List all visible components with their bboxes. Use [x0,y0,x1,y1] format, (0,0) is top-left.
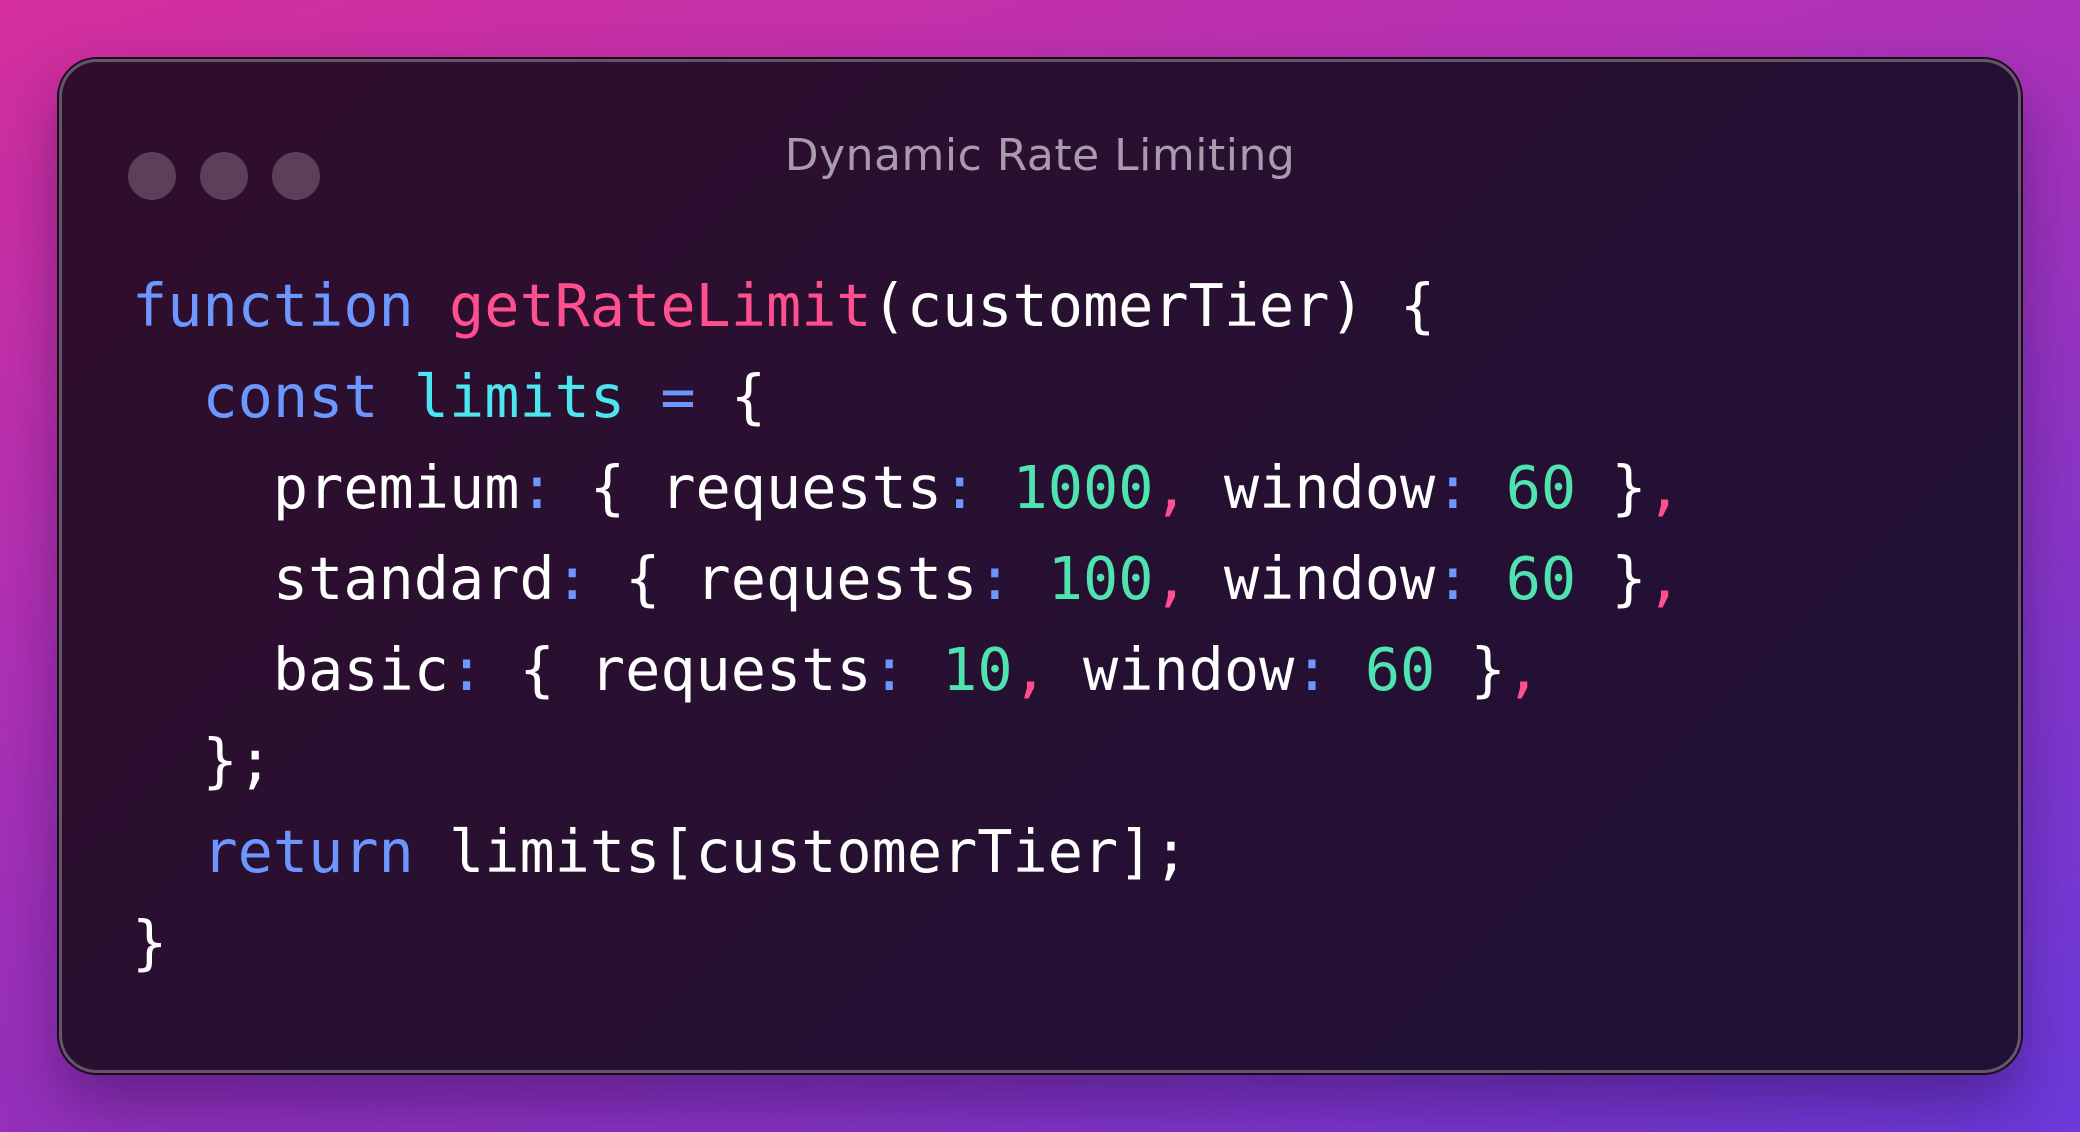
code-token-keyword: return [202,818,414,886]
code-token-variable: limits [413,363,626,431]
code-token-punctuation: : [519,454,555,522]
code-token-punctuation: : [1435,454,1471,522]
code-line: function getRateLimit(customerTier) { [132,261,1682,352]
code-token-comma: , [1012,636,1048,704]
code-token-text: window [1047,636,1295,704]
code-line: standard: { requests: 100, window: 60 }, [132,534,1682,625]
code-token-punctuation: : [942,454,978,522]
code-line: } [132,898,1682,989]
code-token-text: { requests [589,545,978,613]
code-token-text: standard [132,545,555,613]
code-token-punctuation: : [871,636,907,704]
code-token-text: } [1435,636,1506,704]
code-token-text: { requests [554,454,943,522]
code-token-punctuation: : [977,545,1013,613]
code-token-punctuation: : [448,636,485,704]
code-block: function getRateLimit(customerTier) { co… [132,261,1682,989]
code-token-number: 60 [1505,454,1577,522]
code-token-text: window [1188,545,1436,613]
code-token-comma: , [1646,545,1682,613]
code-token-comma: , [1153,454,1189,522]
code-token-number: 100 [1047,545,1154,613]
code-token-text: { [695,363,767,431]
code-token-punctuation: = [660,363,696,431]
code-token-text: window [1188,454,1436,522]
code-line: return limits[customerTier]; [132,807,1682,898]
code-token-text: basic [132,636,449,704]
code-window: Dynamic Rate Limiting function getRateLi… [59,59,2021,1073]
code-token-text: } [132,909,168,977]
code-token-punctuation: : [554,545,590,613]
code-line: }; [132,716,1682,807]
code-token-text: (customerTier) { [871,272,1436,340]
code-line: premium: { requests: 1000, window: 60 }, [132,443,1682,534]
code-token-keyword: function [132,272,414,340]
code-token-punctuation: : [1435,545,1471,613]
code-token-text: } [1576,454,1647,522]
code-token-text: } [1576,545,1647,613]
code-line: basic: { requests: 10, window: 60 }, [132,625,1682,716]
code-token-number: 60 [1364,636,1436,704]
window-title: Dynamic Rate Limiting [784,130,1296,181]
code-token-number: 1000 [1012,454,1154,522]
code-token-text: limits[customerTier]; [413,818,1189,886]
code-token-keyword: const [202,363,379,431]
code-token-text: premium [132,454,520,522]
code-token-comma: , [1505,636,1541,704]
code-token-number: 10 [942,636,1013,704]
code-token-punctuation: : [1294,636,1330,704]
code-token-number: 60 [1505,545,1577,613]
code-token-text: { requests [484,636,872,704]
code-token-comma: , [1153,545,1189,613]
code-token-function-name: getRateLimit [449,272,872,340]
code-token-text: }; [132,727,273,795]
code-token-comma: , [1646,454,1682,522]
code-line: const limits = { [132,352,1682,443]
